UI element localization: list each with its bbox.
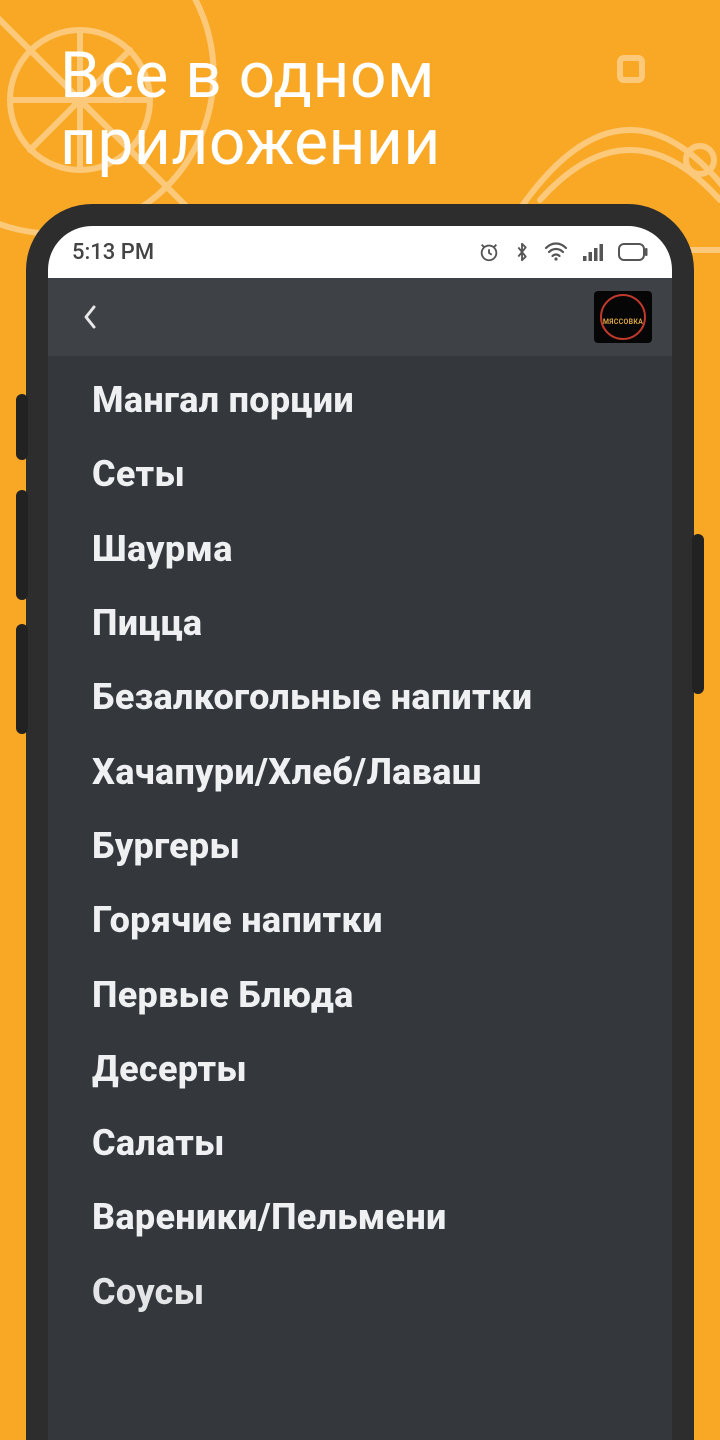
promo-title: Все в одном приложении	[60, 42, 660, 176]
cell-signal-icon	[582, 242, 604, 262]
menu-category-item[interactable]: Салаты	[92, 1123, 644, 1163]
phone-mock-frame: 5:13 PM МЯССОВКА	[26, 204, 694, 1440]
phone-side-button	[16, 490, 28, 600]
chevron-left-icon	[80, 303, 100, 331]
phone-side-button	[692, 534, 704, 694]
phone-side-button	[16, 394, 28, 460]
menu-category-item[interactable]: Бургеры	[92, 826, 644, 866]
menu-category-list[interactable]: Мангал порции Сеты Шаурма Пицца Безалког…	[48, 356, 672, 1440]
menu-category-item[interactable]: Пицца	[92, 603, 644, 643]
battery-icon	[618, 243, 648, 261]
menu-category-item[interactable]: Мангал порции	[92, 380, 644, 420]
alarm-icon	[478, 241, 500, 263]
bluetooth-icon	[514, 241, 530, 263]
app-header: МЯССОВКА	[48, 278, 672, 356]
menu-category-item[interactable]: Соусы	[92, 1272, 644, 1312]
status-time: 5:13 PM	[72, 240, 154, 265]
menu-category-item[interactable]: Вареники/Пельмени	[92, 1197, 644, 1237]
menu-category-item[interactable]: Шаурма	[92, 529, 644, 569]
back-button[interactable]	[68, 295, 112, 339]
status-bar: 5:13 PM	[48, 226, 672, 278]
menu-category-item[interactable]: Хачапури/Хлеб/Лаваш	[92, 752, 644, 792]
wifi-icon	[544, 242, 568, 262]
menu-category-item[interactable]: Безалкогольные напитки	[92, 677, 644, 717]
phone-side-button	[16, 624, 28, 734]
menu-category-item[interactable]: Десерты	[92, 1049, 644, 1089]
app-screen: 5:13 PM МЯССОВКА	[48, 226, 672, 1440]
brand-logo[interactable]: МЯССОВКА	[594, 291, 652, 343]
menu-category-item[interactable]: Первые Блюда	[92, 975, 644, 1015]
menu-category-item[interactable]: Горячие напитки	[92, 900, 644, 940]
menu-category-item[interactable]: Сеты	[92, 454, 644, 494]
